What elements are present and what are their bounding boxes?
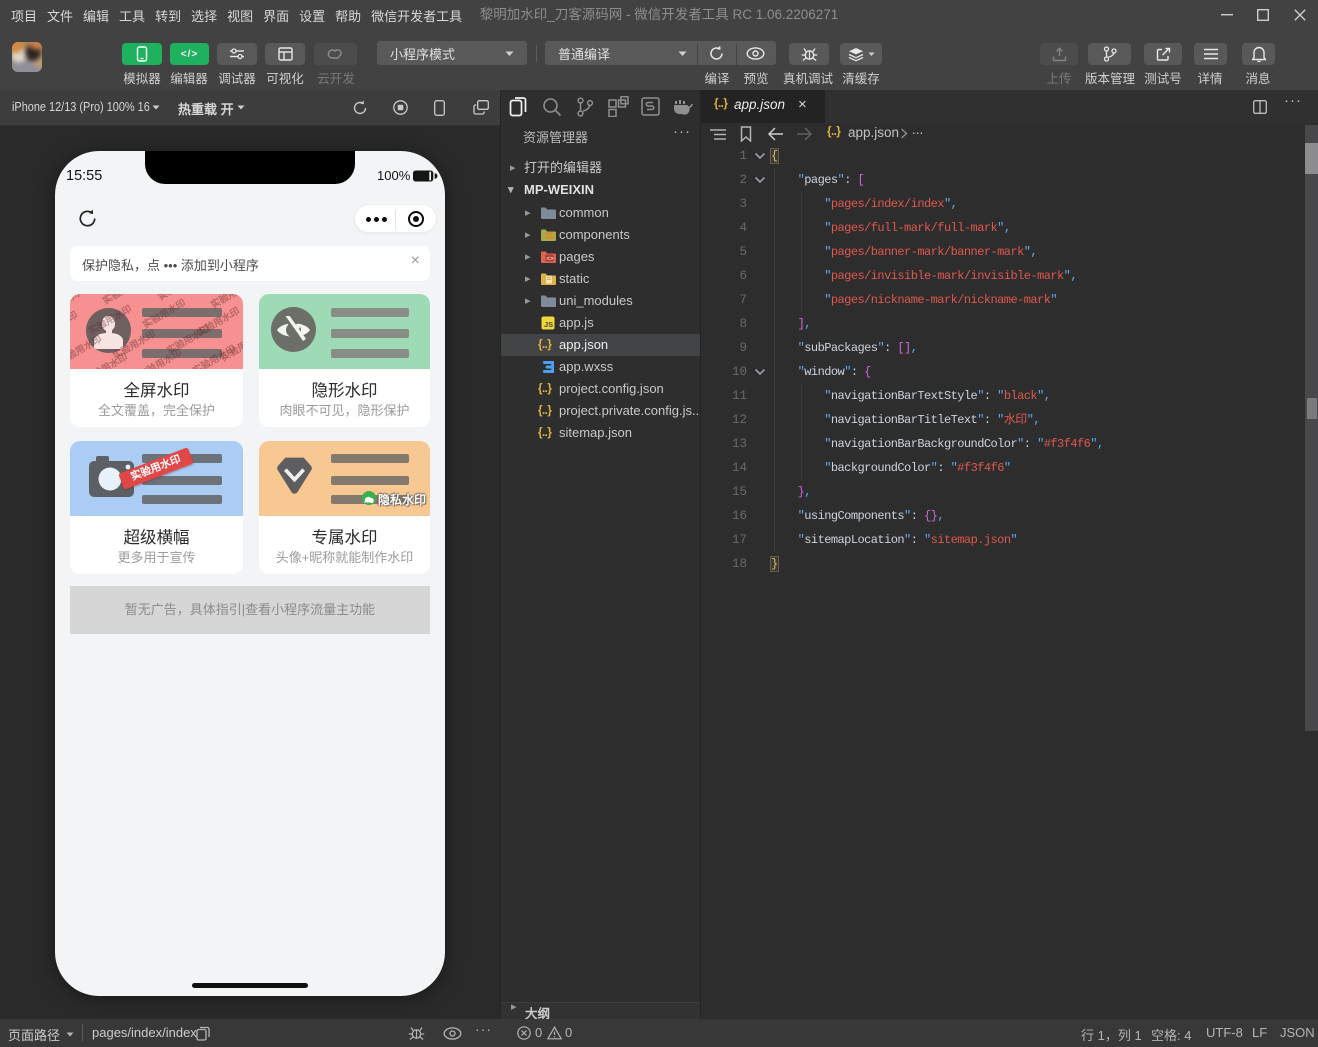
svg-text:<>: <>	[547, 257, 555, 263]
svg-text:JS: JS	[544, 320, 553, 329]
